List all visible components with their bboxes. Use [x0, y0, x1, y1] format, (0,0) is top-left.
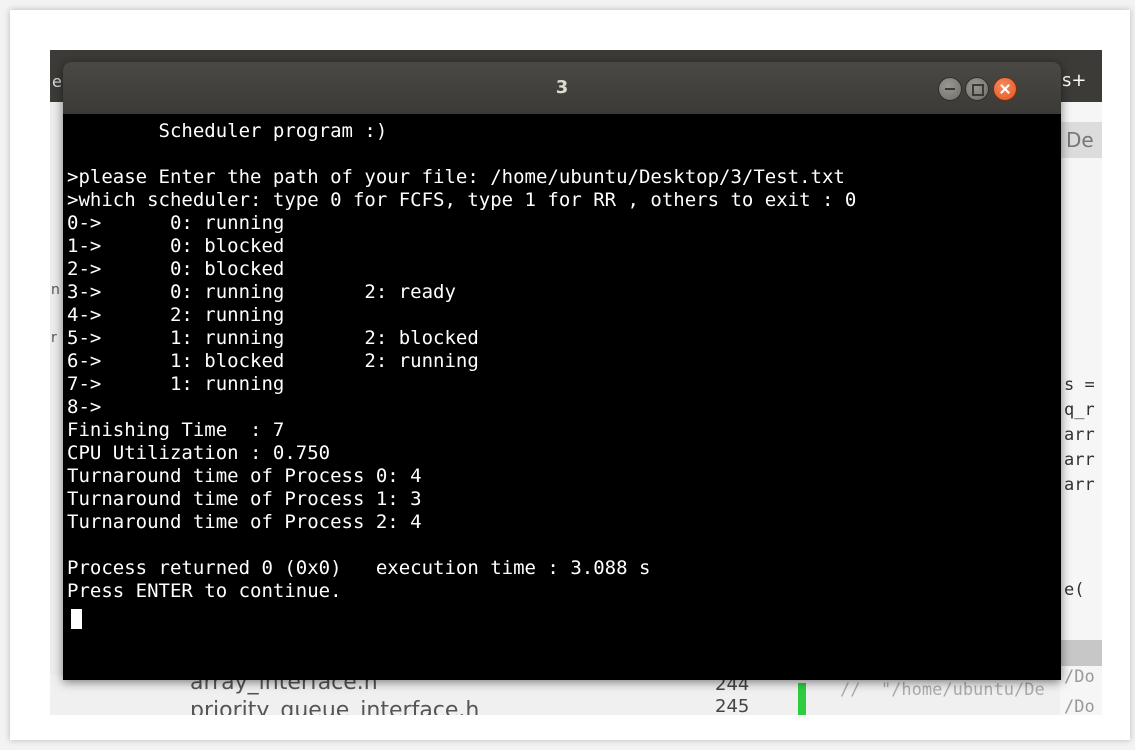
terminal-line: 0-> 0: running — [67, 212, 285, 234]
terminal-cursor — [71, 609, 82, 629]
terminal-line: Finishing Time : 7 — [67, 419, 285, 441]
close-icon[interactable] — [993, 77, 1017, 101]
terminal-line: 3-> 0: running 2: ready — [67, 281, 456, 303]
terminal-line: >please Enter the path of your file: /ho… — [67, 166, 845, 188]
minimize-icon[interactable] — [938, 77, 962, 101]
terminal-line: 5-> 1: running 2: blocked — [67, 327, 479, 349]
background-code-fragment: arr — [1064, 450, 1095, 470]
terminal-window[interactable]: 3 Scheduler program :) >please Enter the… — [63, 62, 1061, 680]
background-editor-tab[interactable]: De — [1060, 122, 1102, 158]
terminal-line: 8-> — [67, 396, 102, 418]
background-title-fragment-right: s+ — [1062, 70, 1087, 91]
terminal-line: >which scheduler: type 0 for FCFS, type … — [67, 189, 857, 211]
background-title-fragment-left: e — [52, 72, 62, 91]
terminal-line: 1-> 0: blocked — [67, 235, 285, 257]
terminal-line: CPU Utilization : 0.750 — [67, 442, 331, 464]
terminal-line: 2-> 0: blocked — [67, 258, 285, 280]
background-change-marker — [798, 683, 806, 715]
maximize-icon[interactable] — [965, 77, 989, 101]
terminal-line: Turnaround time of Process 0: 4 — [67, 465, 422, 487]
terminal-output[interactable]: Scheduler program :) >please Enter the p… — [67, 120, 1057, 676]
window-title: 3 — [555, 77, 569, 98]
background-path-fragment: /Do — [1064, 667, 1095, 687]
terminal-titlebar[interactable]: 3 — [63, 62, 1061, 114]
terminal-line: Process returned 0 (0x0) execution time … — [67, 557, 651, 579]
background-left-strip: n r — [50, 102, 64, 675]
background-code-fragment: arr — [1064, 475, 1095, 495]
terminal-line: 4-> 2: running — [67, 304, 285, 326]
background-selection-bar — [1060, 640, 1102, 666]
terminal-line: Turnaround time of Process 2: 4 — [67, 511, 422, 533]
background-code-fragment: arr — [1064, 425, 1095, 445]
terminal-line: Scheduler program :) — [67, 120, 388, 142]
terminal-line: Turnaround time of Process 1: 3 — [67, 488, 422, 510]
background-line-number: 245 — [715, 696, 750, 715]
background-left-fragment: n — [51, 282, 60, 298]
background-code-fragment: e( — [1064, 580, 1085, 600]
background-code-fragment: q_r — [1064, 400, 1095, 420]
terminal-line: Press ENTER to continue. — [67, 580, 342, 602]
terminal-line: 6-> 1: blocked 2: running — [67, 350, 479, 372]
background-file-item[interactable]: priority_queue_interface.h — [190, 698, 479, 715]
background-code-fragment: s = — [1064, 375, 1095, 395]
background-path-fragment: /Do — [1064, 697, 1095, 715]
background-editor-right: De s = q_r arr arr arr e( /Do /Do — [1060, 102, 1102, 715]
background-left-fragment: r — [51, 330, 57, 346]
background-comment: // "/home/ubuntu/De — [840, 680, 1045, 700]
terminal-line: 7-> 1: running — [67, 373, 285, 395]
